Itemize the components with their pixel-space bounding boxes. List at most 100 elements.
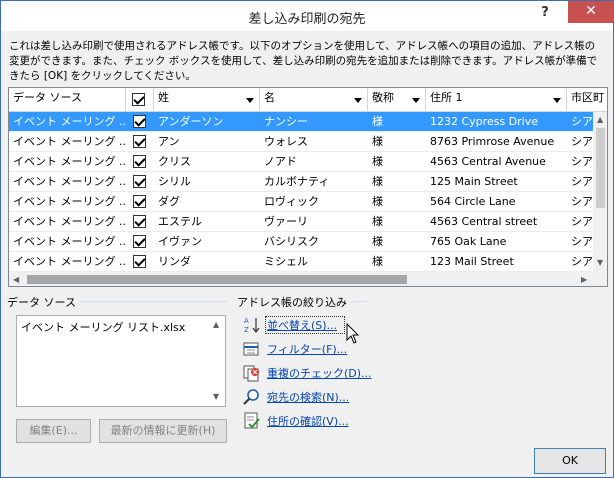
cell-last-name: アンダーソン <box>158 115 224 128</box>
cell-address1: 765 Oak Lane <box>430 235 507 248</box>
duplicates-link-text[interactable]: 重複のチェック(D)... <box>267 365 372 381</box>
datasource-scrollbar[interactable]: ▲ ▼ <box>209 316 225 406</box>
cell-last-name: エステル <box>158 215 202 228</box>
sort-focus-rect <box>265 316 345 334</box>
include-checkbox[interactable] <box>133 215 146 228</box>
horizontal-scrollbar[interactable]: ◀ ▶ <box>9 272 593 286</box>
cell-first-name: ノアド <box>264 155 297 168</box>
scroll-up-icon[interactable]: ▲ <box>213 320 219 330</box>
validate-address-link-text[interactable]: 住所の確認(V)... <box>267 413 349 429</box>
scroll-down-icon[interactable]: ▼ <box>213 392 219 402</box>
table-row[interactable]: イベント メーリング ... イヴァン バシリスク 様 765 Oak Lane シア <box>9 232 593 252</box>
dropdown-arrow-icon[interactable] <box>412 98 420 103</box>
cell-title: 様 <box>372 115 383 128</box>
cell-title: 様 <box>372 175 383 188</box>
cell-include <box>126 192 154 212</box>
cell-data-source: イベント メーリング ... <box>13 215 126 228</box>
duplicates-icon <box>243 365 259 382</box>
svg-text:Z: Z <box>244 326 249 334</box>
select-all-checkbox[interactable] <box>132 93 145 106</box>
cell-last-name: クリス <box>158 155 191 168</box>
include-checkbox[interactable] <box>133 155 146 168</box>
cell-title: 様 <box>372 215 383 228</box>
cell-city: シア <box>571 115 593 128</box>
cell-first-name: ヴァーリ <box>264 215 308 228</box>
filter-link-text[interactable]: フィルター(F)... <box>267 341 347 357</box>
cell-city: シア <box>571 135 593 148</box>
cell-address1: 4563 Central street <box>430 215 538 228</box>
table-row[interactable]: イベント メーリング ... リンダ ミシェル 様 123 Mail Street シア <box>9 252 593 272</box>
table-row[interactable]: イベント メーリング ... ダグ ロヴィック 様 564 Circle Lane シア <box>9 192 593 212</box>
datasource-item[interactable]: イベント メーリング リスト.xlsx <box>21 319 185 335</box>
datasource-list[interactable]: イベント メーリング リスト.xlsx ▲ ▼ <box>16 315 226 407</box>
cell-data-source: イベント メーリング ... <box>13 155 126 168</box>
header-first-name[interactable]: 名 <box>260 88 368 112</box>
dropdown-arrow-icon[interactable] <box>354 98 362 103</box>
include-checkbox[interactable] <box>133 135 146 148</box>
cell-address1: 125 Main Street <box>430 175 518 188</box>
include-checkbox[interactable] <box>133 255 146 268</box>
datasource-group-label: データ ソース <box>7 294 80 310</box>
table-row[interactable]: イベント メーリング ... シリル カルボナティ 様 125 Main Street シ… <box>9 172 593 192</box>
help-button[interactable]: ? <box>537 5 553 23</box>
scroll-down-icon[interactable]: ▼ <box>597 258 603 268</box>
cell-first-name: ミシェル <box>264 255 308 268</box>
table-row[interactable]: イベント メーリング ... アン ウォレス 様 8763 Primrose Avenu… <box>9 132 593 152</box>
cell-include <box>126 172 154 192</box>
cell-title: 様 <box>372 255 383 268</box>
include-checkbox[interactable] <box>133 115 146 128</box>
table-row[interactable]: イベント メーリング ... クリス ノアド 様 4563 Central Avenue… <box>9 152 593 172</box>
vertical-scroll-thumb[interactable] <box>596 128 605 208</box>
scroll-corner <box>593 272 607 286</box>
refresh-button[interactable]: 最新の情報に更新(H) <box>99 419 227 443</box>
dialog-title: 差し込み印刷の宛先 <box>248 12 366 27</box>
dropdown-arrow-icon[interactable] <box>553 98 561 103</box>
cell-first-name: ウォレス <box>264 135 308 148</box>
scroll-left-icon[interactable]: ◀ <box>13 275 19 285</box>
include-checkbox[interactable] <box>133 195 146 208</box>
cell-title: 様 <box>372 195 383 208</box>
dropdown-arrow-icon[interactable] <box>246 98 254 103</box>
cell-city: シア <box>571 195 593 208</box>
include-checkbox[interactable] <box>133 235 146 248</box>
header-select-all[interactable] <box>126 88 154 112</box>
cell-data-source: イベント メーリング ... <box>13 195 126 208</box>
close-button[interactable]: ✕ <box>568 1 614 23</box>
cell-data-source: イベント メーリング ... <box>13 115 126 128</box>
table-row[interactable]: イベント メーリング ... エステル ヴァーリ 様 4563 Central stre… <box>9 212 593 232</box>
header-data-source[interactable]: データ ソース <box>9 88 126 112</box>
sort-az-icon: A Z <box>244 317 260 334</box>
header-last-name[interactable]: 姓 <box>154 88 260 112</box>
cell-last-name: イヴァン <box>158 235 202 248</box>
include-checkbox[interactable] <box>133 175 146 188</box>
cell-address1: 8763 Primrose Avenue <box>430 135 555 148</box>
scroll-right-icon[interactable]: ▶ <box>581 275 587 285</box>
header-address1-label: 住所 1 <box>430 91 463 104</box>
find-recipient-link-text[interactable]: 宛先の検索(N)... <box>267 389 349 405</box>
mouse-cursor-icon <box>346 323 360 344</box>
cell-city: シア <box>571 175 593 188</box>
cell-address1: 1232 Cypress Drive <box>430 115 538 128</box>
cell-first-name: カルボナティ <box>264 175 330 188</box>
cell-include <box>126 252 154 272</box>
validate-address-icon <box>244 412 260 429</box>
cell-include <box>126 232 154 252</box>
header-address1[interactable]: 住所 1 <box>426 88 567 112</box>
title-bar: 差し込み印刷の宛先 ? ✕ <box>1 1 614 31</box>
cell-city: シア <box>571 215 593 228</box>
vertical-scrollbar[interactable]: ▲ ▼ <box>593 112 607 272</box>
grid-header: データ ソース 姓 名 敬称 住所 1 市区町 <box>9 88 607 112</box>
search-icon <box>243 389 259 405</box>
ok-button[interactable]: OK <box>534 448 606 474</box>
header-title[interactable]: 敬称 <box>368 88 426 112</box>
edit-button[interactable]: 編集(E)... <box>16 419 91 443</box>
cell-first-name: ロヴィック <box>264 195 319 208</box>
table-row[interactable]: イベント メーリング ... アンダーソン ナンシー 様 1232 Cypress Dr… <box>9 112 593 132</box>
header-city[interactable]: 市区町 <box>567 88 607 112</box>
horizontal-scroll-thumb[interactable] <box>27 275 407 284</box>
description-text: これは差し込み印刷で使用されるアドレス帳です。以下のオプションを使用して、アドレ… <box>9 40 598 82</box>
filter-icon <box>243 342 259 356</box>
header-title-label: 敬称 <box>372 91 394 104</box>
cell-address1: 123 Mail Street <box>430 255 514 268</box>
scroll-up-icon[interactable]: ▲ <box>597 115 603 125</box>
